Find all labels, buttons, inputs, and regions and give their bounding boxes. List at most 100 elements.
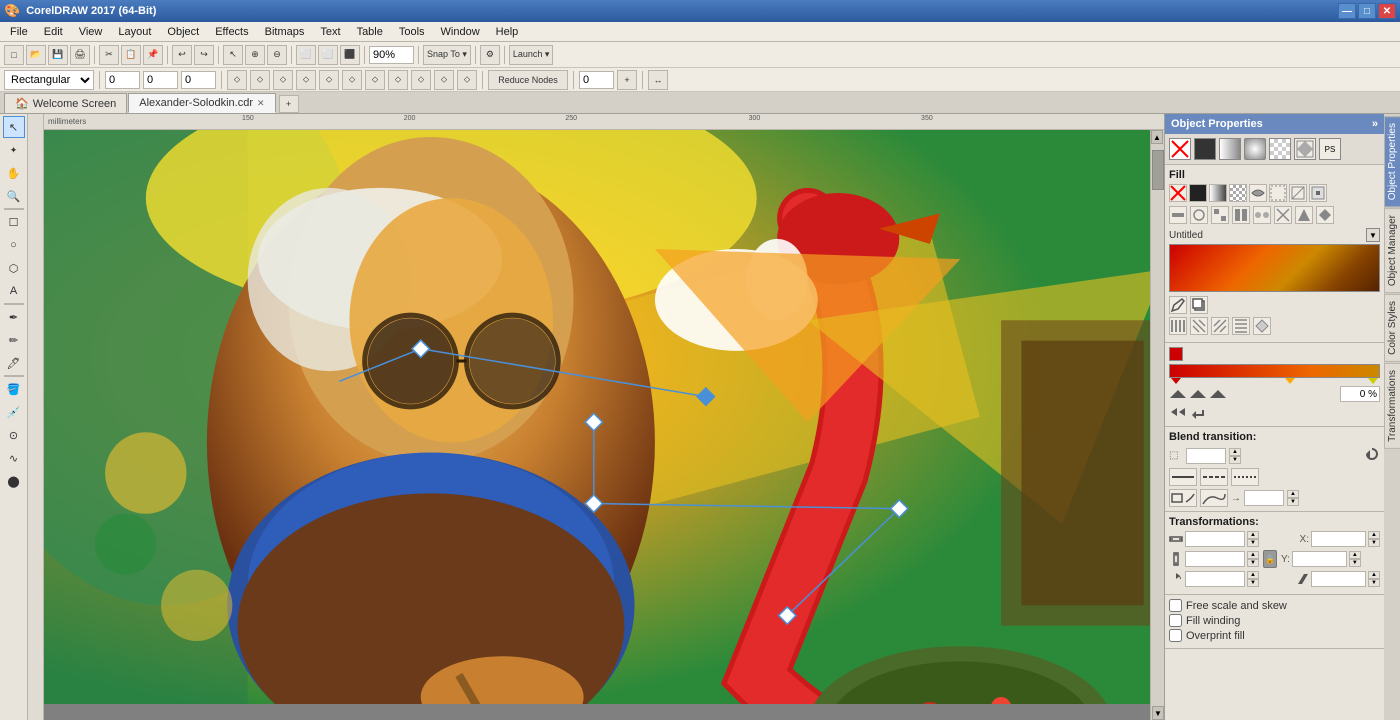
node-btn10[interactable]: ⬦ (434, 70, 454, 90)
fill-tool[interactable]: 🪣 (3, 378, 25, 400)
snap-btn[interactable]: Snap To ▾ (423, 45, 471, 65)
pos-y-dn[interactable]: ▼ (1349, 559, 1361, 567)
fill-copy-btn[interactable] (1190, 296, 1208, 314)
blend-up-btn[interactable]: ▲ (1229, 448, 1241, 456)
cut-button[interactable]: ✂ (99, 45, 119, 65)
coord-x[interactable] (105, 71, 140, 89)
eyedropper-tool[interactable]: 💉 (3, 401, 25, 423)
pos-y-input[interactable]: 31.371 % (1292, 551, 1347, 567)
angle1-spin[interactable]: ▲ ▼ (1247, 571, 1259, 587)
node-btn11[interactable]: ⬦ (457, 70, 477, 90)
fill-pattern-btn5[interactable] (1253, 206, 1271, 224)
menu-window[interactable]: Window (433, 24, 488, 40)
fill-pattern-btn1[interactable] (1169, 206, 1187, 224)
pos-x-up[interactable]: ▲ (1368, 531, 1380, 539)
fill-opt-8[interactable] (1309, 184, 1327, 202)
zoom-tool[interactable]: 🔍 (3, 185, 25, 207)
blend-angle-input[interactable]: 0.0 (1244, 490, 1284, 506)
pattern-btn3[interactable] (1211, 317, 1229, 335)
angle1-input[interactable]: 0.0 ° (1185, 571, 1245, 587)
pattern-btn5[interactable] (1253, 317, 1271, 335)
fill-opt-2[interactable] (1189, 184, 1207, 202)
fill-linear-grad-icon[interactable] (1219, 138, 1241, 160)
node-btn5[interactable]: ⬦ (319, 70, 339, 90)
zoom-in[interactable]: ⊕ (245, 45, 265, 65)
blend-angle-dn[interactable]: ▼ (1287, 498, 1299, 506)
fill-texture-icon[interactable] (1294, 138, 1316, 160)
new-button[interactable]: □ (4, 45, 24, 65)
stop-marker-red[interactable] (1171, 378, 1181, 384)
pen-tool[interactable]: ✒ (3, 306, 25, 328)
tab-file[interactable]: Alexander-Solodkin.cdr ✕ (128, 93, 275, 113)
scale-y-spin[interactable]: ▲ ▼ (1247, 551, 1259, 567)
side-tab-transformations[interactable]: Transformations (1384, 363, 1400, 449)
print-button[interactable]: 🖨 (70, 45, 90, 65)
blend-dn-btn[interactable]: ▼ (1229, 456, 1241, 464)
pattern-btn1[interactable] (1169, 317, 1187, 335)
launch-btn[interactable]: Launch ▾ (509, 45, 554, 65)
node-btn2[interactable]: ⬦ (250, 70, 270, 90)
pos-x-input[interactable]: -11.747 % (1311, 531, 1366, 547)
mirror-h-btn[interactable]: ↔ (648, 70, 668, 90)
node-btn6[interactable]: ⬦ (342, 70, 362, 90)
angle1-dn[interactable]: ▼ (1247, 579, 1259, 587)
fill-pattern-btn4[interactable] (1232, 206, 1250, 224)
side-tab-color-styles[interactable]: Color Styles (1384, 294, 1400, 362)
scroll-arrow-up[interactable]: ▲ (1151, 130, 1163, 144)
maximize-button[interactable]: □ (1358, 3, 1376, 19)
free-scale-checkbox[interactable] (1169, 599, 1182, 612)
new-tab-btn[interactable]: + (279, 95, 299, 113)
gradient-dropdown[interactable]: ▼ (1366, 228, 1380, 242)
blend-style-3[interactable] (1231, 468, 1259, 486)
side-tab-object-manager[interactable]: Object Manager (1384, 208, 1400, 293)
scale-x-spin[interactable]: ▲ ▼ (1247, 531, 1259, 547)
menu-help[interactable]: Help (488, 24, 527, 40)
fill-opt-5[interactable] (1249, 184, 1267, 202)
blend-angle-spin[interactable]: ▲ ▼ (1287, 490, 1299, 506)
scale-y-dn[interactable]: ▼ (1247, 559, 1259, 567)
pattern-btn2[interactable] (1190, 317, 1208, 335)
options-btn[interactable]: ⚙ (480, 45, 500, 65)
zoom-out[interactable]: ⊖ (267, 45, 287, 65)
menu-file[interactable]: File (2, 24, 36, 40)
open-button[interactable]: 📂 (26, 45, 46, 65)
select-tool[interactable]: ↖ (3, 116, 25, 138)
artwork[interactable] (44, 130, 1164, 704)
reduce-nodes-btn[interactable]: Reduce Nodes (488, 70, 568, 90)
node-btn4[interactable]: ⬦ (296, 70, 316, 90)
save-button[interactable]: 💾 (48, 45, 68, 65)
menu-table[interactable]: Table (349, 24, 391, 40)
angle-btn[interactable]: + (617, 70, 637, 90)
tab-close-icon[interactable]: ✕ (257, 98, 265, 109)
angle2-up[interactable]: ▲ (1368, 571, 1380, 579)
blend-angle-up[interactable]: ▲ (1287, 490, 1299, 498)
fill-edit-btn[interactable] (1169, 296, 1187, 314)
scale-y-input[interactable]: 82.703 % (1185, 551, 1245, 567)
pos-y-up[interactable]: ▲ (1349, 551, 1361, 559)
angle1-up[interactable]: ▲ (1247, 571, 1259, 579)
pos-y-spin[interactable]: ▲ ▼ (1349, 551, 1361, 567)
menu-object[interactable]: Object (159, 24, 207, 40)
menu-bitmaps[interactable]: Bitmaps (257, 24, 313, 40)
angle2-spin[interactable]: ▲ ▼ (1368, 571, 1380, 587)
scroll-thumb[interactable] (1152, 150, 1164, 190)
blend-style-2[interactable] (1200, 468, 1228, 486)
ellipse-tool[interactable]: ○ (3, 234, 25, 256)
menu-tools[interactable]: Tools (391, 24, 433, 40)
menu-effects[interactable]: Effects (207, 24, 256, 40)
scale-y-up[interactable]: ▲ (1247, 551, 1259, 559)
gradient-color-bar[interactable] (1169, 364, 1380, 378)
side-tab-object-properties[interactable]: Object Properties (1384, 116, 1400, 207)
node-btn3[interactable]: ⬦ (273, 70, 293, 90)
blend-path-btn1[interactable] (1169, 489, 1197, 507)
cursor-tool[interactable]: ↖ (223, 45, 243, 65)
blend-refresh-icon[interactable] (1364, 446, 1380, 465)
fill-none-icon[interactable] (1169, 138, 1191, 160)
menu-layout[interactable]: Layout (110, 24, 159, 40)
menu-view[interactable]: View (71, 24, 111, 40)
minimize-button[interactable]: — (1338, 3, 1356, 19)
panel-expand-btn[interactable]: » (1372, 118, 1378, 130)
lock-icon[interactable]: 🔒 (1263, 550, 1277, 568)
node-btn1[interactable]: ⬦ (227, 70, 247, 90)
paste-button[interactable]: 📌 (143, 45, 163, 65)
